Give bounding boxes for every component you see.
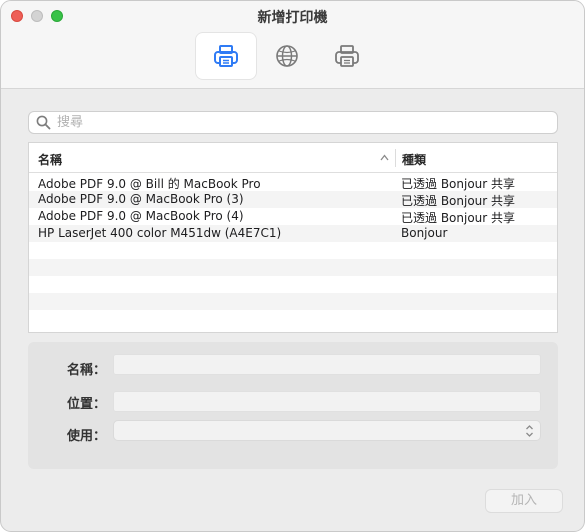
globe-icon	[276, 45, 298, 67]
name-field[interactable]	[113, 354, 541, 375]
use-driver-select[interactable]	[113, 420, 541, 441]
add-printer-window: 新增打印機 搜尋 名稱 種類 Adobe PDF 9.0 @ Bill 的 Ma…	[0, 0, 585, 532]
empty-row	[29, 259, 557, 276]
titlebar: 新增打印機	[1, 1, 584, 89]
location-label: 位置：	[66, 397, 106, 412]
search-field[interactable]	[28, 111, 558, 134]
sort-ascending-icon[interactable]	[380, 154, 389, 161]
row-kind: 已透過 Bonjour 共享	[401, 211, 516, 225]
table-row[interactable]: Adobe PDF 9.0 @ MacBook Pro (4) 已透過 Bonj…	[29, 208, 557, 225]
table-header: 名稱 種類	[29, 143, 557, 173]
toolbar-default-button[interactable]	[196, 33, 256, 79]
default-printer-icon	[214, 45, 238, 67]
empty-row	[29, 310, 557, 327]
chevron-updown-icon	[526, 425, 533, 437]
row-name: Adobe PDF 9.0 @ Bill 的 MacBook Pro	[38, 177, 261, 191]
windows-printer-icon	[335, 45, 359, 67]
row-name: Adobe PDF 9.0 @ MacBook Pro (4)	[38, 209, 244, 223]
toolbar-ip-button[interactable]	[257, 33, 317, 79]
table-row[interactable]: Adobe PDF 9.0 @ Bill 的 MacBook Pro 已透過 B…	[29, 174, 557, 191]
toolbar-windows-button[interactable]	[317, 33, 377, 79]
row-kind: Bonjour	[401, 226, 448, 240]
window-title: 新增打印機	[257, 10, 328, 26]
column-header-kind[interactable]: 種類	[402, 151, 426, 168]
location-field[interactable]	[113, 391, 541, 412]
column-header-name[interactable]: 名稱	[38, 151, 62, 168]
empty-row	[29, 276, 557, 293]
search-icon	[36, 115, 51, 130]
column-divider[interactable]	[395, 149, 396, 167]
name-label: 名稱：	[66, 363, 106, 378]
printer-details-form: 名稱： 位置： 使用：	[28, 342, 558, 469]
table-row[interactable]: HP LaserJet 400 color M451dw (A4E7C1) Bo…	[29, 225, 557, 242]
row-name: Adobe PDF 9.0 @ MacBook Pro (3)	[38, 192, 244, 206]
add-button[interactable]: 加入	[485, 489, 563, 513]
empty-row	[29, 293, 557, 310]
search-input[interactable]	[57, 113, 547, 132]
use-label: 使用：	[66, 429, 106, 444]
row-kind: 已透過 Bonjour 共享	[401, 194, 516, 208]
printer-table: 名稱 種類 Adobe PDF 9.0 @ Bill 的 MacBook Pro…	[28, 142, 558, 333]
table-row[interactable]: Adobe PDF 9.0 @ MacBook Pro (3) 已透過 Bonj…	[29, 191, 557, 208]
row-kind: 已透過 Bonjour 共享	[401, 177, 516, 191]
row-name: HP LaserJet 400 color M451dw (A4E7C1)	[38, 226, 282, 240]
empty-row	[29, 242, 557, 259]
